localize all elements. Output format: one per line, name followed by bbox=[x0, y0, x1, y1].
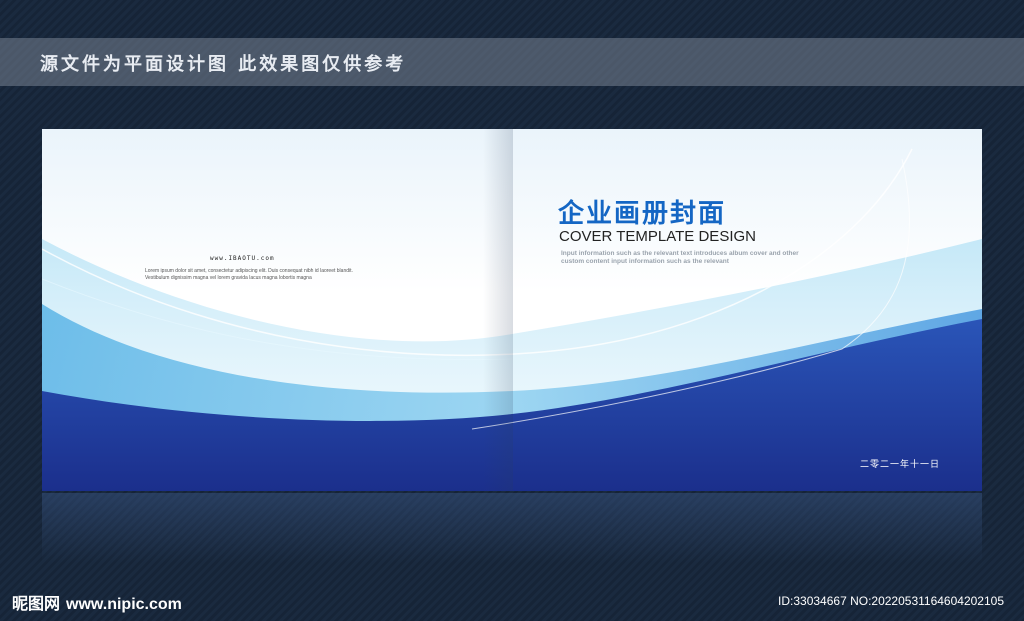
logo-text: 昵图网 bbox=[12, 594, 61, 613]
banner-text: 源文件为平面设计图 此效果图仅供参考 bbox=[40, 54, 407, 75]
brochure-cover: www.IBAOTU.com Lorem ipsum dolor sit ame… bbox=[42, 129, 982, 491]
watermark-logo: 昵图网 www.nipic.com bbox=[12, 590, 182, 614]
back-cover-body: Lorem ipsum dolor sit amet, consectetur … bbox=[145, 268, 353, 281]
cover-title: 企业画册封面 bbox=[558, 199, 727, 229]
cover-subtitle-en: COVER TEMPLATE DESIGN bbox=[559, 228, 756, 245]
spine-shadow bbox=[483, 129, 513, 491]
top-banner: 源文件为平面设计图 此效果图仅供参考 bbox=[0, 38, 1024, 86]
logo-url: www.nipic.com bbox=[66, 596, 182, 613]
image-id: ID:33034667 NO:20220531164604202105 bbox=[778, 594, 1004, 608]
cover-reflection bbox=[42, 493, 982, 563]
back-cover-url: www.IBAOTU.com bbox=[210, 255, 275, 262]
cover-date: 二零二一年十一日 bbox=[860, 460, 941, 470]
cover-description: Input information such as the relevant t… bbox=[561, 250, 799, 265]
